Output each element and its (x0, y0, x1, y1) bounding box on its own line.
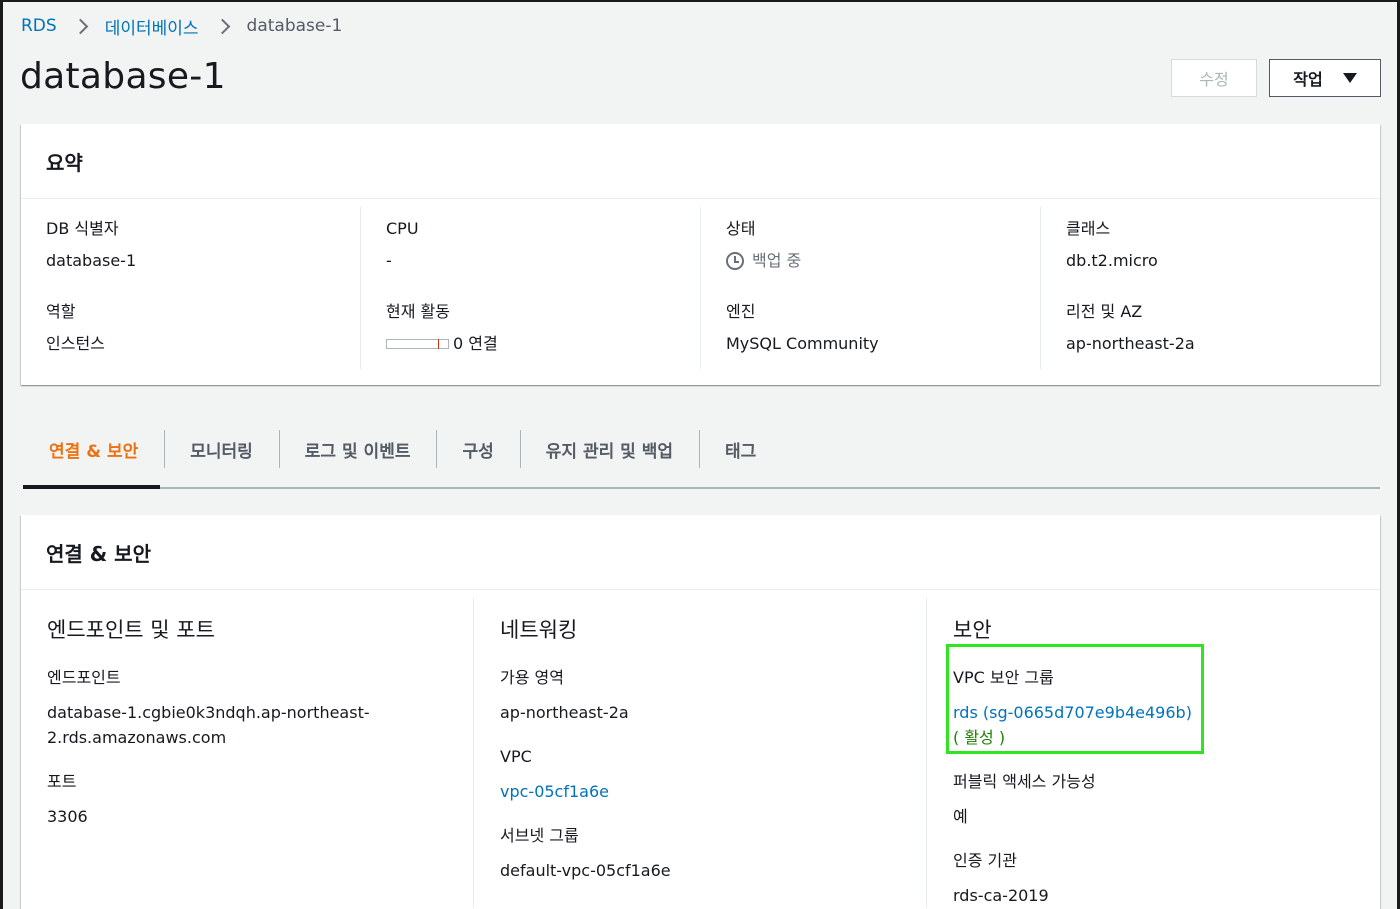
summary-column-identifier: DB 식별자 database-1 역할 인스턴스 (21, 207, 361, 369)
region-az-label: 리전 및 AZ (1066, 302, 1143, 321)
summary-panel: 요약 DB 식별자 database-1 역할 인스턴스 CPU - 현재 활동… (21, 124, 1380, 385)
caret-down-icon (1342, 73, 1357, 83)
availability-zone-value: ap-northeast-2a (500, 703, 629, 722)
region-az-value: ap-northeast-2a (1066, 334, 1195, 353)
connectivity-security-panel: 연결 & 보안 엔드포인트 및 포트 엔드포인트 database-1.cgbi… (21, 515, 1380, 909)
tab-tags[interactable]: 태그 (699, 428, 782, 470)
kv-region-az: 리전 및 AZ ap-northeast-2a (1066, 302, 1380, 354)
endpoint-value-line1: database-1.cgbie0k3ndqh.ap-northeast- (47, 703, 370, 722)
networking-section-title: 네트워킹 (500, 618, 578, 642)
subnet-group-value: default-vpc-05cf1a6e (500, 861, 671, 880)
breadcrumb: RDS 데이터베이스 database-1 (21, 14, 343, 39)
kv-engine: 엔진 MySQL Community (726, 302, 1040, 354)
modify-button-label: 수정 (1199, 70, 1229, 89)
kv-current-activity: 현재 활동 0 연결 (386, 302, 700, 354)
db-identifier-label: DB 식별자 (46, 219, 119, 238)
port-value: 3306 (47, 807, 88, 826)
connectivity-grid: 엔드포인트 및 포트 엔드포인트 database-1.cgbie0k3ndqh… (21, 590, 1380, 908)
breadcrumb-rds-link[interactable]: RDS (21, 16, 57, 36)
endpoint-label: 엔드포인트 (47, 668, 121, 687)
summary-grid: DB 식별자 database-1 역할 인스턴스 CPU - 현재 활동 0 … (21, 199, 1380, 385)
vpc-security-group-label: VPC 보안 그룹 (953, 668, 1054, 687)
kv-role: 역할 인스턴스 (46, 302, 360, 354)
public-access-value: 예 (953, 807, 968, 826)
actions-dropdown-button[interactable]: 작업 (1269, 59, 1381, 97)
kv-public-access: 퍼블릭 액세스 가능성 예 (953, 772, 1380, 829)
status-label: 상태 (726, 219, 756, 238)
db-identifier-value: database-1 (46, 251, 137, 270)
class-value: db.t2.micro (1066, 251, 1158, 270)
engine-value: MySQL Community (726, 334, 879, 353)
port-label: 포트 (47, 772, 77, 791)
kv-availability-zone: 가용 영역 ap-northeast-2a (500, 668, 926, 725)
availability-zone-label: 가용 영역 (500, 668, 564, 687)
vpc-label: VPC (500, 747, 532, 766)
security-section-title: 보안 (953, 618, 992, 642)
kv-port: 포트 3306 (47, 772, 473, 829)
security-section: 보안 VPC 보안 그룹 rds (sg-0665d707e9b4e496b) … (927, 598, 1380, 908)
tab-connectivity-security[interactable]: 연결 & 보안 (23, 428, 164, 470)
cpu-value: - (386, 251, 392, 270)
kv-certificate-authority: 인증 기관 rds-ca-2019 (953, 851, 1380, 908)
connections-bar (386, 339, 449, 349)
vpc-security-group-value: rds (sg-0665d707e9b4e496b) ( 활성 ) (953, 700, 1380, 750)
role-label: 역할 (46, 302, 76, 321)
tab-monitoring[interactable]: 모니터링 (164, 428, 279, 470)
class-label: 클래스 (1066, 219, 1111, 238)
summary-column-class: 클래스 db.t2.micro 리전 및 AZ ap-northeast-2a (1041, 207, 1380, 369)
kv-cpu: CPU - (386, 219, 700, 271)
chevron-right-icon (77, 18, 87, 34)
breadcrumb-current: database-1 (246, 16, 343, 36)
security-group-status: ( 활성 ) (953, 728, 1006, 747)
detail-tabs: 연결 & 보안 모니터링 로그 및 이벤트 구성 유지 관리 및 백업 태그 (23, 428, 1380, 489)
endpoint-section-title: 엔드포인트 및 포트 (47, 618, 215, 642)
kv-vpc-security-group: VPC 보안 그룹 rds (sg-0665d707e9b4e496b) ( 활… (953, 668, 1380, 750)
connectivity-header: 연결 & 보안 (21, 515, 1380, 590)
cpu-label: CPU (386, 219, 419, 238)
connectivity-title: 연결 & 보안 (46, 541, 151, 566)
clock-icon (726, 252, 744, 270)
vpc-link[interactable]: vpc-05cf1a6e (500, 779, 926, 804)
endpoint-port-section: 엔드포인트 및 포트 엔드포인트 database-1.cgbie0k3ndqh… (21, 598, 474, 908)
window-frame-left (0, 0, 3, 909)
security-group-link[interactable]: rds (sg-0665d707e9b4e496b) (953, 700, 1380, 725)
page-title: database-1 (20, 56, 226, 97)
window-frame-top (0, 0, 1400, 2)
certificate-authority-value: rds-ca-2019 (953, 886, 1049, 905)
chevron-right-icon (219, 18, 229, 34)
kv-subnet-group: 서브넷 그룹 default-vpc-05cf1a6e (500, 826, 926, 883)
current-activity-label: 현재 활동 (386, 302, 450, 321)
networking-section: 네트워킹 가용 영역 ap-northeast-2a VPC vpc-05cf1… (474, 598, 927, 908)
kv-status: 상태 백업 중 (726, 219, 1040, 271)
modify-button[interactable]: 수정 (1171, 59, 1257, 97)
tab-logs-events[interactable]: 로그 및 이벤트 (278, 428, 437, 470)
subnet-group-label: 서브넷 그룹 (500, 826, 579, 845)
public-access-label: 퍼블릭 액세스 가능성 (953, 772, 1096, 791)
role-value: 인스턴스 (46, 334, 105, 353)
active-tab-indicator (23, 485, 160, 489)
certificate-authority-label: 인증 기관 (953, 851, 1017, 870)
connections-text: 0 연결 (453, 334, 498, 353)
summary-column-cpu: CPU - 현재 활동 0 연결 (361, 207, 701, 369)
status-text: 백업 중 (752, 251, 802, 270)
current-activity-value: 0 연결 (386, 334, 700, 354)
endpoint-value-line2: 2.rds.amazonaws.com (47, 728, 227, 747)
endpoint-value: database-1.cgbie0k3ndqh.ap-northeast- 2.… (47, 700, 473, 750)
summary-title: 요약 (46, 150, 83, 175)
kv-class: 클래스 db.t2.micro (1066, 219, 1380, 271)
status-value: 백업 중 (726, 251, 1040, 271)
kv-endpoint: 엔드포인트 database-1.cgbie0k3ndqh.ap-northea… (47, 668, 473, 750)
breadcrumb-databases-link[interactable]: 데이터베이스 (105, 14, 199, 39)
tab-maintenance-backups[interactable]: 유지 관리 및 백업 (519, 428, 699, 470)
summary-column-status: 상태 백업 중 엔진 MySQL Community (701, 207, 1041, 369)
engine-label: 엔진 (726, 302, 756, 321)
kv-vpc: VPC vpc-05cf1a6e (500, 747, 926, 804)
tab-configuration[interactable]: 구성 (436, 428, 519, 470)
kv-db-identifier: DB 식별자 database-1 (46, 219, 360, 271)
summary-header: 요약 (21, 124, 1380, 199)
actions-button-label: 작업 (1293, 70, 1323, 89)
